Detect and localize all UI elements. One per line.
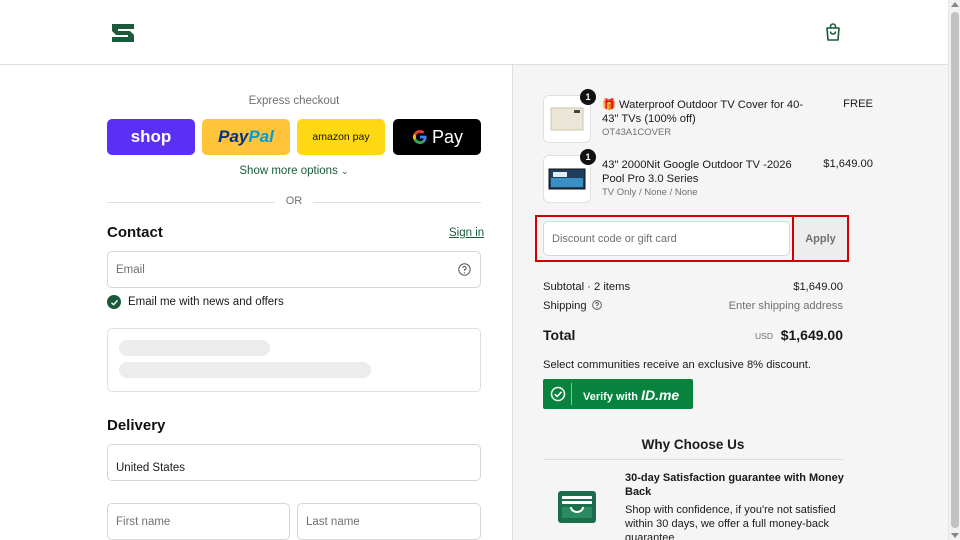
item-sku: OT43A1COVER — [602, 127, 672, 138]
brand-logo-icon[interactable] — [110, 22, 136, 44]
sign-in-link[interactable]: Sign in — [449, 227, 484, 239]
first-name-placeholder: First name — [116, 515, 171, 528]
or-label: OR — [285, 195, 303, 207]
item-title: 43" 2000Nit Google Outdoor TV -2026 Pool… — [602, 159, 792, 185]
country-value: United States — [116, 462, 186, 474]
community-discount-text: Select communities receive an exclusive … — [543, 359, 812, 371]
guarantee-body: Shop with confidence, if you're not sati… — [625, 504, 836, 540]
skeleton-line — [119, 362, 371, 378]
newsletter-label: Email me with news and offers — [128, 296, 284, 308]
email-field[interactable]: Email — [107, 251, 481, 288]
newsletter-checkbox-row[interactable]: Email me with news and offers — [107, 295, 284, 309]
skeleton-line — [119, 340, 270, 356]
loading-placeholder — [107, 328, 481, 392]
wallet-icon — [558, 491, 596, 523]
subtotal-value: $1,649.00 — [793, 281, 843, 293]
item-price: FREE — [843, 98, 873, 110]
paypal-label: PayPal — [218, 127, 274, 146]
scroll-up-arrow-icon[interactable] — [951, 2, 959, 7]
help-circle-icon[interactable] — [591, 300, 602, 310]
guarantee-heading: 30-day Satisfaction guarantee with Money… — [625, 472, 844, 498]
email-placeholder: Email — [116, 263, 145, 276]
apply-discount-button[interactable]: Apply — [792, 217, 847, 260]
item-variant: TV Only / None / None — [602, 187, 698, 198]
total-value: $1,649.00 — [780, 327, 843, 343]
why-choose-us-title: Why Choose Us — [641, 437, 745, 452]
subtotal-row: Subtotal · 2 items $1,649.00 — [543, 281, 843, 293]
last-name-field[interactable]: Last name — [297, 503, 481, 540]
show-more-options-link[interactable]: Show more options ⌄ — [107, 165, 481, 177]
verify-label: Verify with ID.me — [583, 387, 680, 403]
shipping-value: Enter shipping address — [728, 300, 843, 312]
total-row: Total USD $1,649.00 — [543, 327, 843, 347]
idme-brand: ID.me — [641, 387, 680, 403]
google-pay-label: Pay — [431, 126, 464, 147]
discount-code-input[interactable]: Discount code or gift card — [543, 221, 790, 256]
contact-title: Contact — [107, 224, 163, 241]
shop-pay-label: shop — [130, 127, 172, 146]
checkout-form: Express checkout shop PayPal amazon pay … — [0, 65, 512, 540]
total-currency: USD — [755, 331, 773, 341]
paypal-button[interactable]: PayPal — [202, 119, 290, 155]
quantity-badge: 1 — [580, 89, 596, 105]
amazon-pay-label: amazon pay — [312, 131, 370, 143]
country-select[interactable]: United States — [107, 444, 481, 481]
shipping-label: Shipping — [543, 300, 587, 312]
quantity-badge: 1 — [580, 149, 596, 165]
or-divider: OR — [107, 195, 481, 209]
item-price: $1,649.00 — [823, 158, 873, 170]
shipping-row: Shipping Enter shipping address — [543, 300, 843, 312]
shop-pay-button[interactable]: shop — [107, 119, 195, 155]
total-label: Total — [543, 327, 576, 343]
item-title: 🎁 Waterproof Outdoor TV Cover for 40-43"… — [602, 99, 804, 125]
check-circle-icon — [550, 386, 566, 402]
page-scrollbar[interactable] — [948, 0, 960, 540]
header — [0, 0, 948, 65]
google-g-icon — [412, 130, 427, 144]
discount-placeholder: Discount code or gift card — [552, 232, 677, 245]
verify-with-idme-button[interactable]: Verify with ID.me — [543, 379, 693, 409]
subtotal-label: Subtotal · 2 items — [543, 281, 631, 293]
shopping-bag-icon[interactable] — [823, 22, 843, 42]
newsletter-checkbox[interactable] — [107, 295, 121, 309]
scrollbar-thumb[interactable] — [951, 12, 959, 528]
amazon-pay-button[interactable]: amazon pay — [297, 119, 385, 155]
scroll-down-arrow-icon[interactable] — [951, 533, 959, 538]
express-checkout-title: Express checkout — [248, 95, 340, 107]
order-item: 1 🎁 Waterproof Outdoor TV Cover for 40-4… — [543, 89, 873, 145]
chevron-down-icon: ⌄ — [341, 166, 349, 176]
google-pay-button[interactable]: Pay — [393, 119, 481, 155]
first-name-field[interactable]: First name — [107, 503, 290, 540]
delivery-title: Delivery — [107, 417, 166, 434]
order-item: 1 43" 2000Nit Google Outdoor TV -2026 Po… — [543, 149, 873, 205]
order-summary: 1 🎁 Waterproof Outdoor TV Cover for 40-4… — [512, 65, 948, 540]
discount-section: Discount code or gift card Apply — [535, 215, 849, 262]
last-name-placeholder: Last name — [306, 515, 360, 528]
divider — [543, 459, 843, 460]
help-circle-icon[interactable] — [458, 263, 471, 276]
checkmark-icon — [110, 299, 118, 306]
